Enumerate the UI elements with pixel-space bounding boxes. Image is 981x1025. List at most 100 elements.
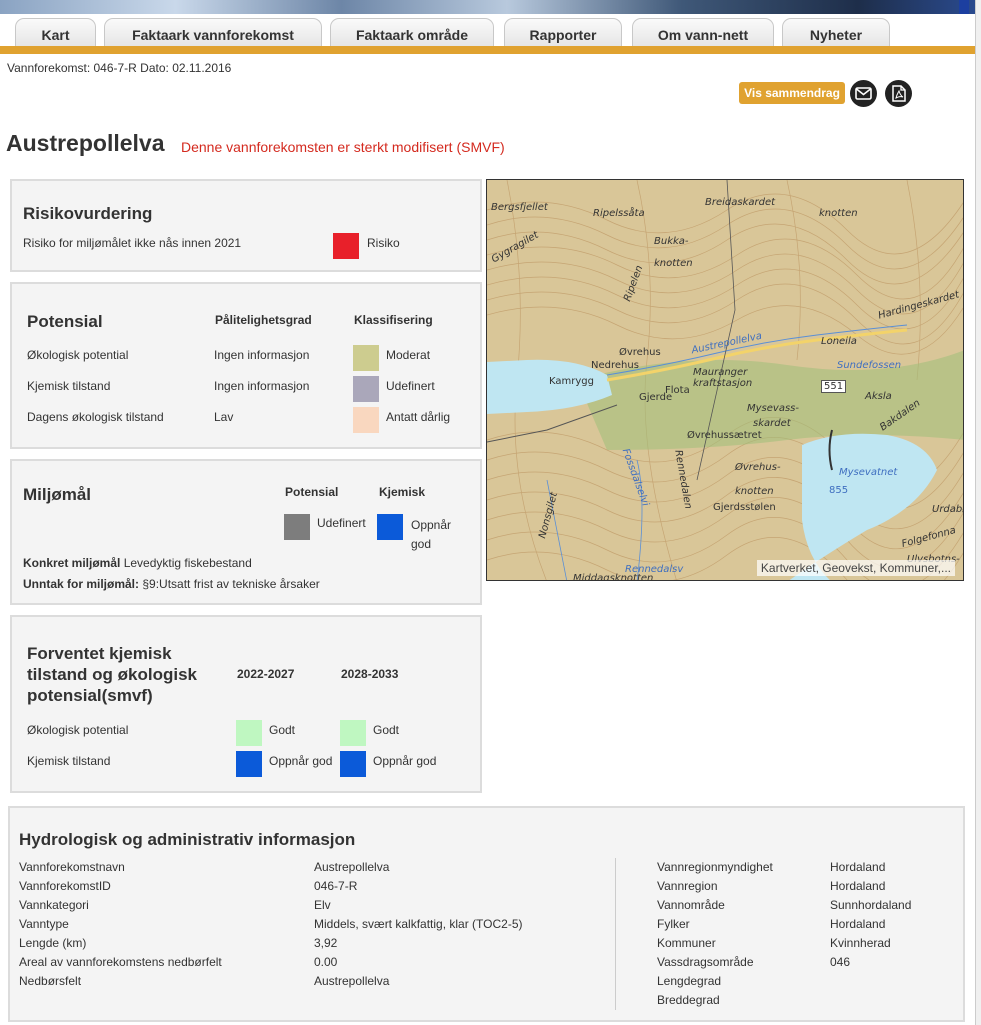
potential-row-label: Dagens økologisk tilstand (27, 410, 164, 424)
map-label: Gygragilet (489, 229, 541, 266)
hydro-key: Lengdegrad (657, 974, 722, 988)
map-label: Mysevass- (747, 403, 799, 414)
hydro-key: Vannforekomstnavn (19, 860, 125, 874)
map-label: Sundefossen (837, 360, 902, 371)
classification-header: Klassifisering (354, 313, 433, 327)
page-title: Austrepollelva (6, 130, 165, 156)
map-label: Rennedalen (672, 449, 694, 510)
goals-potential-header: Potensial (285, 485, 339, 499)
map-label: knotten (819, 208, 858, 219)
forecast-value: Godt (269, 723, 296, 737)
map-label: Gjerde (639, 392, 673, 403)
map-label: Øvrehussætret (687, 430, 762, 441)
hydro-key: Nedbørsfelt (19, 974, 82, 988)
hydro-key: Fylker (657, 917, 690, 931)
goals-chemical-swatch (377, 514, 403, 540)
forecast-row-label: Økologisk potential (27, 723, 129, 737)
potential-row-reliability: Ingen informasjon (214, 379, 310, 393)
risk-heading: Risikovurdering (23, 204, 153, 223)
hydro-key: VannforekomstID (19, 879, 111, 893)
reliability-header: Pålitelighetsgrad (215, 313, 312, 327)
map-label: Bukka- (654, 236, 689, 247)
hydro-value: Hordaland (830, 879, 886, 893)
map-label: Ripelen (622, 263, 646, 304)
hydro-key: Areal av vannforekomstens nedbørfelt (19, 955, 222, 969)
map-label: Mysevatnet (839, 467, 898, 478)
header-banner (0, 0, 975, 14)
map-label: Ripelssåta (593, 208, 645, 219)
goals-heading: Miljømål (23, 485, 92, 504)
potential-row-reliability: Ingen informasjon (214, 348, 310, 362)
map-label: Øvrehus- (735, 462, 781, 473)
forecast-swatch (340, 720, 366, 746)
pdf-icon (891, 85, 906, 102)
goal-exception-value: §9:Utsatt frist av tekniske årsaker (142, 577, 320, 591)
map-attribution[interactable]: Kartverket, Geovekst, Kommuner,... (756, 560, 955, 576)
hydro-panel: Hydrologisk og administrativ informasjon… (8, 806, 965, 1022)
goals-chemical-value: Oppnår god (411, 518, 452, 551)
potential-row-swatch (353, 376, 379, 402)
potential-row-swatch (353, 345, 379, 371)
map-label: Middagsknotten (573, 573, 654, 581)
map-labels: Bergsfjellet Ripelssåta Breidaskardet kn… (487, 180, 963, 581)
map-label: knotten (654, 258, 693, 269)
concrete-goal-value: Levedyktig fiskebestand (123, 556, 252, 570)
potential-row-swatch (353, 407, 379, 433)
hydro-value: 0.00 (314, 955, 338, 969)
forecast-heading: Forventet kjemisk tilstand og økologisk … (27, 644, 198, 705)
hydro-value: 3,92 (314, 936, 338, 950)
summary-button[interactable]: Vis sammendrag (739, 82, 845, 104)
forecast-swatch (236, 751, 262, 777)
map-label: Kamrygg (549, 376, 594, 387)
forecast-value: Godt (373, 723, 400, 737)
hydro-value: Sunnhordaland (830, 898, 912, 912)
potential-panel: Potensial Pålitelighetsgrad Klassifiseri… (10, 282, 482, 449)
hydro-value: Middels, svært kalkfattig, klar (TOC2-5) (314, 917, 523, 931)
map-label: Aksla (865, 391, 892, 402)
forecast-swatch (236, 720, 262, 746)
risk-swatch (333, 233, 359, 259)
map-label: Folgefonna (900, 524, 958, 551)
potential-row-class: Udefinert (386, 379, 435, 393)
forecast-period2: 2028-2033 (341, 667, 399, 681)
goals-panel: Miljømål Potensial Kjemisk Udefinert Opp… (10, 459, 482, 605)
forecast-value: Oppnår god (373, 754, 437, 768)
potential-row-reliability: Lav (214, 410, 234, 424)
goal-exception: Unntak for miljømål: §9:Utsatt frist av … (23, 577, 320, 591)
map-label: Fossdalselvi (619, 447, 651, 508)
scrollbar[interactable] (975, 0, 981, 1025)
potential-heading: Potensial (27, 312, 103, 331)
email-button[interactable] (850, 80, 877, 107)
potential-row-class: Moderat (386, 348, 431, 362)
hydro-key: Vannområde (657, 898, 725, 912)
map-label: Gjerdsstølen (713, 502, 776, 513)
forecast-value: Oppnår god (269, 754, 333, 768)
pdf-button[interactable] (885, 80, 912, 107)
hydro-key: Vannregionmyndighet (657, 860, 773, 874)
map-label: Austrepollelva (690, 330, 763, 357)
goals-chemical-header: Kjemisk (379, 485, 426, 499)
map-label: Nonsgilet (537, 491, 560, 540)
hydro-key: Vanntype (19, 917, 69, 931)
topographic-map[interactable]: Bergsfjellet Ripelssåta Breidaskardet kn… (486, 179, 964, 581)
forecast-panel: Forventet kjemisk tilstand og økologisk … (10, 615, 482, 793)
banner-edge (959, 0, 969, 14)
forecast-period1: 2022-2027 (237, 667, 295, 681)
potential-row-label: Økologisk potential (27, 348, 129, 362)
map-label: kraftstasjon (693, 378, 753, 389)
map-label: Breidaskardet (705, 197, 776, 208)
hydro-key: Breddegrad (657, 993, 720, 1007)
concrete-goal: Konkret miljømål Levedyktig fiskebestand (23, 556, 252, 570)
concrete-goal-label: Konkret miljømål (23, 556, 121, 570)
hydro-value: Elv (314, 898, 331, 912)
map-label: Nedrehus (591, 360, 639, 371)
envelope-icon (855, 87, 872, 100)
risk-value: Risiko (367, 236, 400, 250)
hydro-divider (615, 858, 616, 1010)
potential-row-class: Antatt dårlig (386, 410, 451, 424)
hydro-heading: Hydrologisk og administrativ informasjon (19, 830, 356, 849)
map-label: knotten (735, 486, 774, 497)
map-label: Hardingeskardet (876, 289, 961, 322)
nav-underline (0, 46, 975, 54)
hydro-value: Hordaland (830, 860, 886, 874)
